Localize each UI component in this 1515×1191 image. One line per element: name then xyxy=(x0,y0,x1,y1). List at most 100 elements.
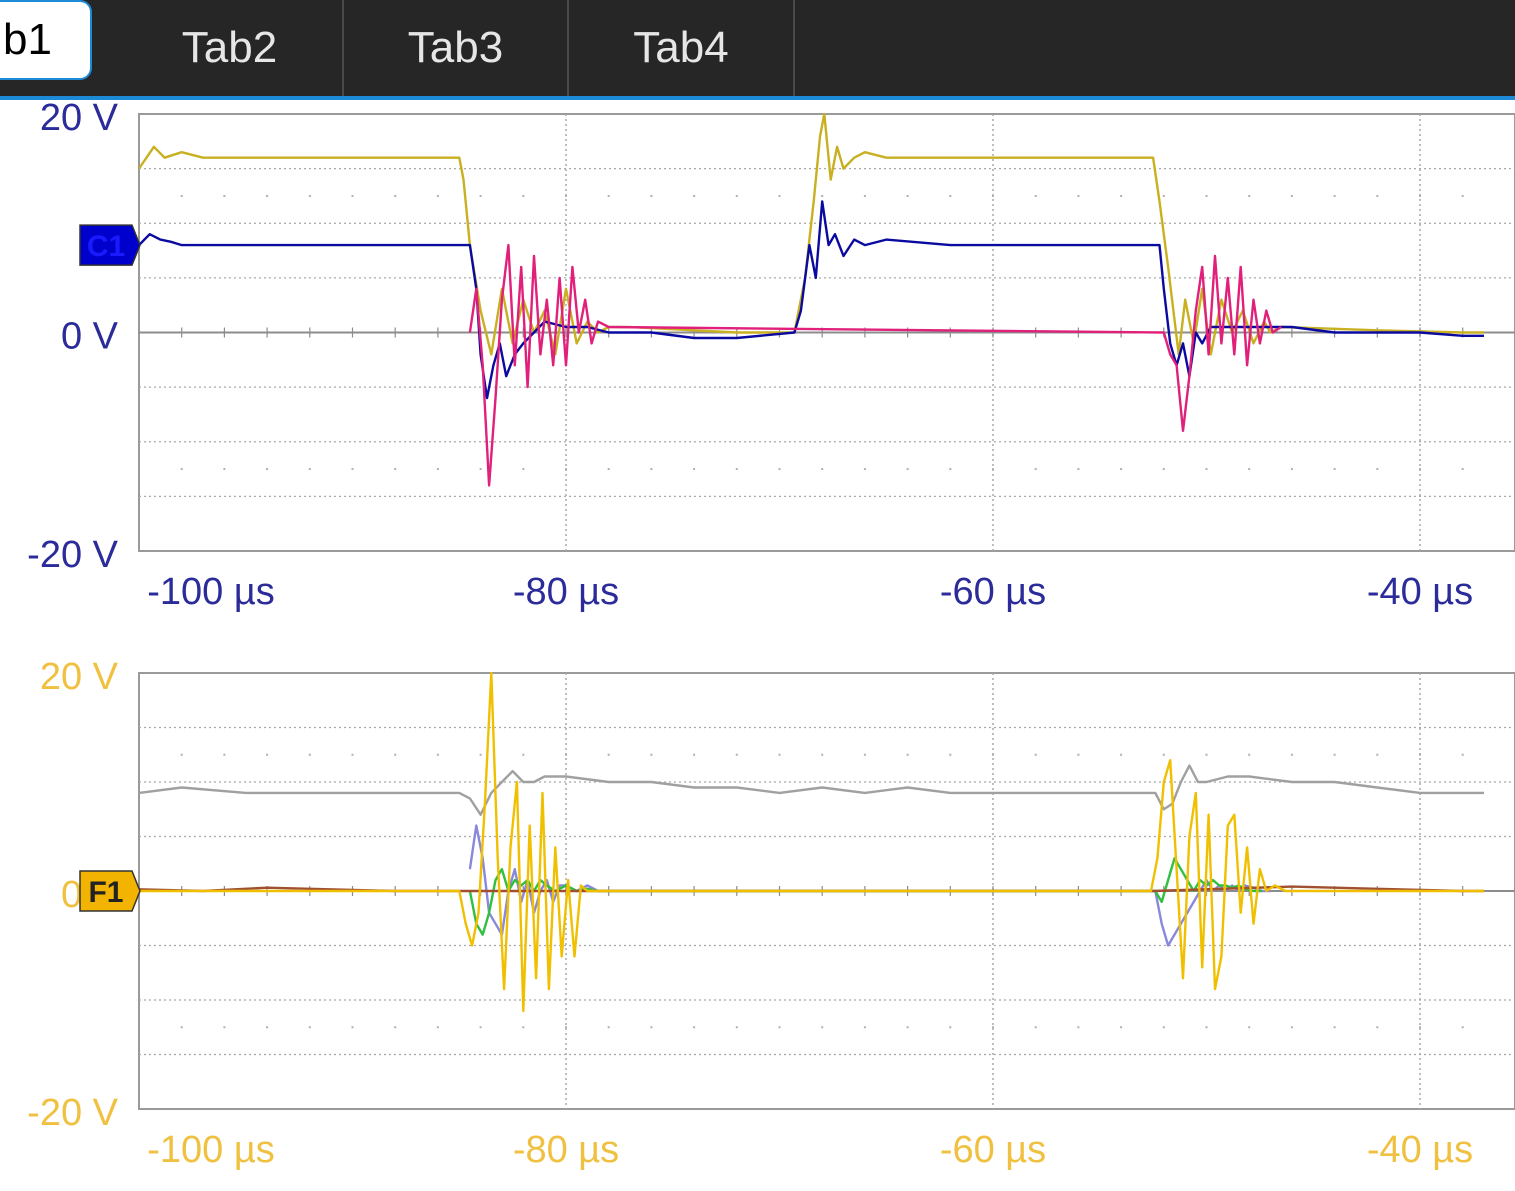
bottom-x-tick-label: -40 µs xyxy=(1367,1129,1473,1171)
bottom-grid-dot xyxy=(607,1026,610,1029)
bottom-grid-dot xyxy=(992,753,994,756)
top-grid-dot xyxy=(778,194,781,197)
top-grid-dot xyxy=(650,468,653,471)
bottom-grid-dot xyxy=(906,1026,909,1029)
top-x-tick-label: -100 µs xyxy=(147,571,275,613)
top-grid-dot xyxy=(351,194,354,197)
top-grid-dot xyxy=(863,194,866,197)
bottom-grid-dot xyxy=(394,1026,397,1029)
top-grid-dot xyxy=(778,468,781,471)
top-grid-dot xyxy=(223,468,226,471)
top-grid-dot xyxy=(1205,468,1208,471)
top-grid-dot xyxy=(436,468,439,471)
bottom-grid-dot xyxy=(308,1026,311,1029)
bottom-grid-dot xyxy=(1333,753,1336,756)
bottom-grid-dot xyxy=(1461,1026,1464,1029)
top-waveform-pane[interactable]: 20 V 0 V -20 V -100 µs -80 µs -60 µs -40 µs C1 xyxy=(27,97,1515,613)
bottom-grid-dot xyxy=(1376,753,1379,756)
bottom-grid-dot xyxy=(1162,1026,1165,1029)
bottom-grid-dot xyxy=(821,753,824,756)
top-grid-dot xyxy=(180,468,183,471)
bottom-grid-dot xyxy=(906,753,909,756)
bottom-grid-dot xyxy=(1333,1026,1336,1029)
bottom-grid-dot xyxy=(1205,753,1208,756)
bottom-grid-dot xyxy=(1162,753,1165,756)
bottom-grid-dot xyxy=(266,753,269,756)
top-grid-dot xyxy=(992,468,994,471)
bottom-grid-dot xyxy=(351,753,354,756)
bottom-grid-dot xyxy=(1248,1026,1251,1029)
top-grid-dot xyxy=(522,468,525,471)
top-grid-dot xyxy=(1205,194,1208,197)
top-grid-dot xyxy=(821,194,824,197)
top-grid-dot xyxy=(607,468,610,471)
top-grid-dot xyxy=(351,468,354,471)
bottom-grid-dot xyxy=(522,1026,525,1029)
function-marker-icon[interactable]: F1 xyxy=(79,870,141,912)
top-grid-dot xyxy=(735,468,738,471)
top-grid-dot xyxy=(1290,468,1293,471)
top-grid-dot xyxy=(394,194,397,197)
bottom-grid-dot xyxy=(1120,1026,1123,1029)
top-grid-dot xyxy=(949,194,952,197)
bottom-grid-dot xyxy=(266,1026,269,1029)
bottom-grid-dot xyxy=(735,1026,738,1029)
top-grid-dot xyxy=(1034,194,1037,197)
top-grid-dot xyxy=(565,194,567,197)
top-grid-dot xyxy=(1376,194,1379,197)
top-x-tick-label: -40 µs xyxy=(1367,571,1473,613)
bottom-grid-dot xyxy=(863,753,866,756)
top-grid-dot xyxy=(522,194,525,197)
bottom-x-tick-label: -100 µs xyxy=(147,1129,275,1171)
bottom-x-tick-label: -60 µs xyxy=(940,1129,1046,1171)
bottom-grid-dot xyxy=(223,1026,226,1029)
bottom-grid-dot xyxy=(479,1026,482,1029)
bottom-grid-dot xyxy=(1376,1026,1379,1029)
oscilloscope-display: 20 V0 V-20 V-100 µs -80 µs -60 µs -40 µsC1 … xyxy=(27,97,1515,1171)
bottom-x-tick-label: -80 µs xyxy=(513,1129,619,1171)
bottom-grid-dot xyxy=(522,753,525,756)
bottom-grid-dot xyxy=(1077,1026,1080,1029)
top-grid-dot xyxy=(1419,468,1421,471)
top-grid-dot xyxy=(1419,194,1421,197)
top-grid-dot xyxy=(1333,468,1336,471)
bottom-grid-dot xyxy=(308,753,311,756)
top-grid-dot xyxy=(1461,194,1464,197)
top-grid-dot xyxy=(479,468,482,471)
top-grid-dot xyxy=(479,194,482,197)
channel-marker-icon[interactable]: C1 xyxy=(79,224,141,266)
top-grid-dot xyxy=(992,194,994,197)
bottom-grid-dot xyxy=(565,1026,567,1029)
bottom-y-tick-label: -20 V xyxy=(27,1092,118,1134)
bottom-grid-dot xyxy=(1120,753,1123,756)
bottom-grid-dot xyxy=(1419,753,1421,756)
bottom-grid-dot xyxy=(1290,1026,1293,1029)
top-grid-dot xyxy=(1162,468,1165,471)
bottom-waveform-pane[interactable]: 20 V0 V-20 V-100 µs-80 µs-60 µs-40 µsF1 xyxy=(27,656,1515,1171)
bottom-grid-dot xyxy=(1077,753,1080,756)
bottom-grid-dot xyxy=(693,753,696,756)
bottom-grid-dot xyxy=(565,753,567,756)
bottom-grid-dot xyxy=(1034,1026,1037,1029)
top-grid-dot xyxy=(394,468,397,471)
top-x-tick-label: -60 µs xyxy=(940,571,1046,613)
bottom-grid-dot xyxy=(180,1026,183,1029)
top-grid-dot xyxy=(1248,194,1251,197)
top-grid-dot xyxy=(1120,194,1123,197)
top-grid-dot xyxy=(1077,468,1080,471)
bottom-grid-dot xyxy=(1461,753,1464,756)
bottom-grid-dot xyxy=(693,1026,696,1029)
bottom-grid-dot xyxy=(778,753,781,756)
bottom-grid-dot xyxy=(607,753,610,756)
top-grid-dot xyxy=(1376,468,1379,471)
top-grid-dot xyxy=(223,194,226,197)
top-grid-dot xyxy=(1461,468,1464,471)
bottom-grid-dot xyxy=(863,1026,866,1029)
bottom-grid-dot xyxy=(949,1026,952,1029)
top-grid-dot xyxy=(1333,194,1336,197)
bottom-grid-dot xyxy=(1290,753,1293,756)
top-y-tick-label: 0 V xyxy=(61,316,119,358)
bottom-y-tick-label: 20 V xyxy=(40,656,119,698)
bottom-grid-dot xyxy=(1034,753,1037,756)
bottom-grid-dot xyxy=(351,1026,354,1029)
